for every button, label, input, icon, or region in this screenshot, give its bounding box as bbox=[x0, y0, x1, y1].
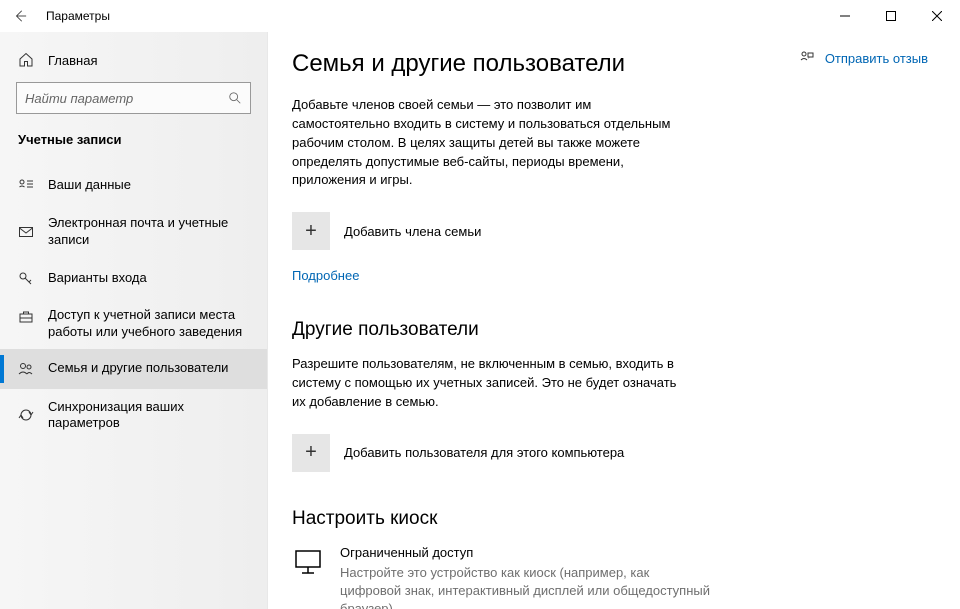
sidebar-item-signin[interactable]: Варианты входа bbox=[0, 259, 267, 299]
monitor-icon bbox=[292, 546, 324, 578]
add-family-label: Добавить члена семьи bbox=[344, 224, 481, 239]
family-description: Добавьте членов своей семьи — это позвол… bbox=[292, 96, 692, 190]
sidebar: Главная Учетные записи Ваши данные Элект… bbox=[0, 32, 268, 609]
other-users-heading: Другие пользователи bbox=[292, 319, 936, 341]
sidebar-item-label: Электронная почта и учетные записи bbox=[48, 215, 251, 249]
people-icon bbox=[18, 361, 34, 377]
home-label: Главная bbox=[48, 53, 97, 68]
plus-icon: + bbox=[292, 212, 330, 250]
mail-icon bbox=[18, 224, 34, 240]
minimize-button[interactable] bbox=[822, 0, 868, 32]
kiosk-heading: Настроить киоск bbox=[292, 508, 936, 530]
feedback-label: Отправить отзыв bbox=[825, 51, 928, 66]
person-card-icon bbox=[18, 177, 34, 193]
section-title: Учетные записи bbox=[0, 132, 267, 165]
add-family-button[interactable]: + Добавить члена семьи bbox=[292, 212, 936, 250]
home-link[interactable]: Главная bbox=[0, 44, 267, 82]
sidebar-item-email[interactable]: Электронная почта и учетные записи bbox=[0, 205, 267, 259]
sidebar-item-family[interactable]: Семья и другие пользователи bbox=[0, 349, 267, 389]
sidebar-item-label: Ваши данные bbox=[48, 177, 131, 194]
sidebar-item-label: Варианты входа bbox=[48, 270, 147, 287]
sidebar-item-label: Семья и другие пользователи bbox=[48, 360, 228, 377]
sidebar-item-label: Синхронизация ваших параметров bbox=[48, 399, 251, 433]
back-button[interactable] bbox=[0, 0, 40, 32]
add-other-label: Добавить пользователя для этого компьюте… bbox=[344, 445, 624, 460]
sidebar-item-label: Доступ к учетной записи места работы или… bbox=[48, 307, 251, 341]
kiosk-setup-button[interactable]: Ограниченный доступ Настройте это устрой… bbox=[292, 544, 712, 609]
plus-icon: + bbox=[292, 434, 330, 472]
search-input[interactable] bbox=[25, 91, 228, 106]
maximize-button[interactable] bbox=[868, 0, 914, 32]
home-icon bbox=[18, 52, 34, 68]
kiosk-title: Ограниченный доступ bbox=[340, 544, 712, 562]
search-icon bbox=[228, 91, 242, 105]
window-controls bbox=[822, 0, 960, 32]
close-button[interactable] bbox=[914, 0, 960, 32]
kiosk-desc: Настройте это устройство как киоск (напр… bbox=[340, 564, 712, 609]
sidebar-item-sync[interactable]: Синхронизация ваших параметров bbox=[0, 389, 267, 443]
main-content: Отправить отзыв Семья и другие пользоват… bbox=[268, 32, 960, 609]
sidebar-item-work-access[interactable]: Доступ к учетной записи места работы или… bbox=[0, 299, 267, 349]
feedback-icon bbox=[799, 50, 815, 66]
window-title: Параметры bbox=[40, 9, 110, 23]
add-other-user-button[interactable]: + Добавить пользователя для этого компью… bbox=[292, 434, 936, 472]
sync-icon bbox=[18, 407, 34, 423]
briefcase-icon bbox=[18, 309, 34, 325]
key-icon bbox=[18, 271, 34, 287]
sidebar-item-your-info[interactable]: Ваши данные bbox=[0, 165, 267, 205]
titlebar: Параметры bbox=[0, 0, 960, 32]
feedback-link[interactable]: Отправить отзыв bbox=[799, 50, 928, 66]
learn-more-link[interactable]: Подробнее bbox=[292, 268, 936, 283]
search-box[interactable] bbox=[16, 82, 251, 114]
other-users-description: Разрешите пользователям, не включенным в… bbox=[292, 355, 692, 412]
